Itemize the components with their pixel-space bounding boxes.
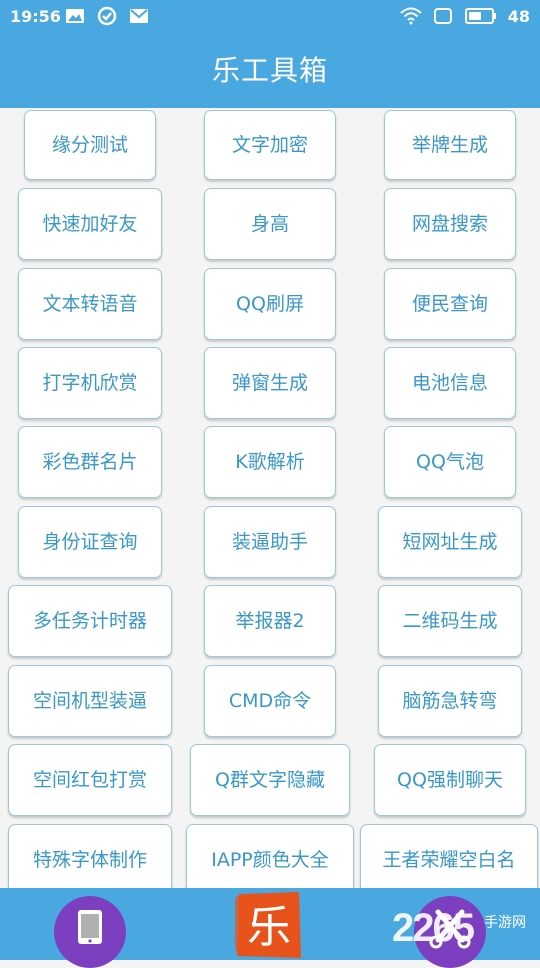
tool-button[interactable]: 文字加密 bbox=[204, 110, 336, 180]
tool-grid[interactable]: 缘分测试 文字加密 举牌生成 快速加好友 身高 网盘搜索 文本转语音 QQ刷屏 … bbox=[0, 108, 540, 888]
tool-button[interactable]: 脑筋急转弯 bbox=[378, 665, 522, 737]
watermark-site: 手游网 bbox=[484, 914, 526, 930]
tool-button[interactable]: 举报器2 bbox=[204, 585, 336, 657]
tool-button[interactable]: 王者荣耀空白名 bbox=[360, 824, 538, 888]
tool-button[interactable]: 多任务计时器 bbox=[8, 585, 172, 657]
tool-button[interactable]: 网盘搜索 bbox=[384, 188, 516, 260]
tool-button[interactable]: QQ强制聊天 bbox=[374, 744, 526, 816]
tool-button[interactable]: 打字机欣赏 bbox=[18, 347, 162, 419]
watermark-brand: 2265 bbox=[392, 906, 475, 950]
status-bar: 19:56 48 bbox=[0, 0, 540, 34]
screen-icon bbox=[433, 8, 452, 24]
battery-level: 48 bbox=[507, 6, 530, 26]
tool-button[interactable]: 文本转语音 bbox=[18, 268, 162, 340]
tool-button[interactable]: 空间机型装逼 bbox=[8, 665, 172, 737]
tool-button[interactable]: 空间红包打赏 bbox=[8, 744, 172, 816]
nav-tablet-button[interactable] bbox=[54, 896, 126, 968]
tool-button[interactable]: 弹窗生成 bbox=[204, 347, 336, 419]
tool-button[interactable]: 身份证查询 bbox=[18, 506, 162, 578]
tool-button[interactable]: QQ气泡 bbox=[384, 426, 516, 498]
tool-button[interactable]: 短网址生成 bbox=[378, 506, 522, 578]
battery-icon bbox=[464, 8, 496, 24]
tool-button[interactable]: K歌解析 bbox=[204, 426, 336, 498]
tool-button[interactable]: 快速加好友 bbox=[18, 188, 162, 260]
tool-button[interactable]: 特殊字体制作 bbox=[8, 824, 172, 888]
check-circle-icon bbox=[97, 6, 117, 26]
app-logo-button[interactable]: 乐 bbox=[233, 888, 305, 960]
logo-icon: 乐 bbox=[235, 892, 301, 958]
tool-button[interactable]: 举牌生成 bbox=[384, 110, 516, 180]
tool-button[interactable]: 便民查询 bbox=[384, 268, 516, 340]
tool-button[interactable]: 缘分测试 bbox=[24, 110, 156, 180]
tool-button[interactable]: IAPP颜色大全 bbox=[186, 824, 354, 888]
tool-button[interactable]: 身高 bbox=[204, 188, 336, 260]
tool-button[interactable]: QQ刷屏 bbox=[204, 268, 336, 340]
page-title: 乐工具箱 bbox=[211, 54, 328, 87]
tool-button[interactable]: 彩色群名片 bbox=[18, 426, 162, 498]
status-time: 19:56 bbox=[10, 7, 61, 26]
app-bar: 乐工具箱 bbox=[0, 34, 540, 108]
tool-button[interactable]: Q群文字隐藏 bbox=[190, 744, 350, 816]
watermark: 2265 手游网 bbox=[392, 896, 540, 960]
image-icon bbox=[66, 9, 84, 23]
tablet-icon bbox=[78, 910, 102, 944]
tool-button[interactable]: 二维码生成 bbox=[378, 585, 522, 657]
status-notifications bbox=[64, 6, 150, 26]
tool-button[interactable]: 装逼助手 bbox=[204, 506, 336, 578]
mail-icon bbox=[130, 9, 148, 23]
logo-text: 乐 bbox=[247, 902, 291, 953]
tool-button[interactable]: CMD命令 bbox=[204, 665, 336, 737]
wifi-icon bbox=[400, 7, 422, 25]
tool-button[interactable]: 电池信息 bbox=[384, 347, 516, 419]
status-system: 48 bbox=[400, 6, 530, 26]
